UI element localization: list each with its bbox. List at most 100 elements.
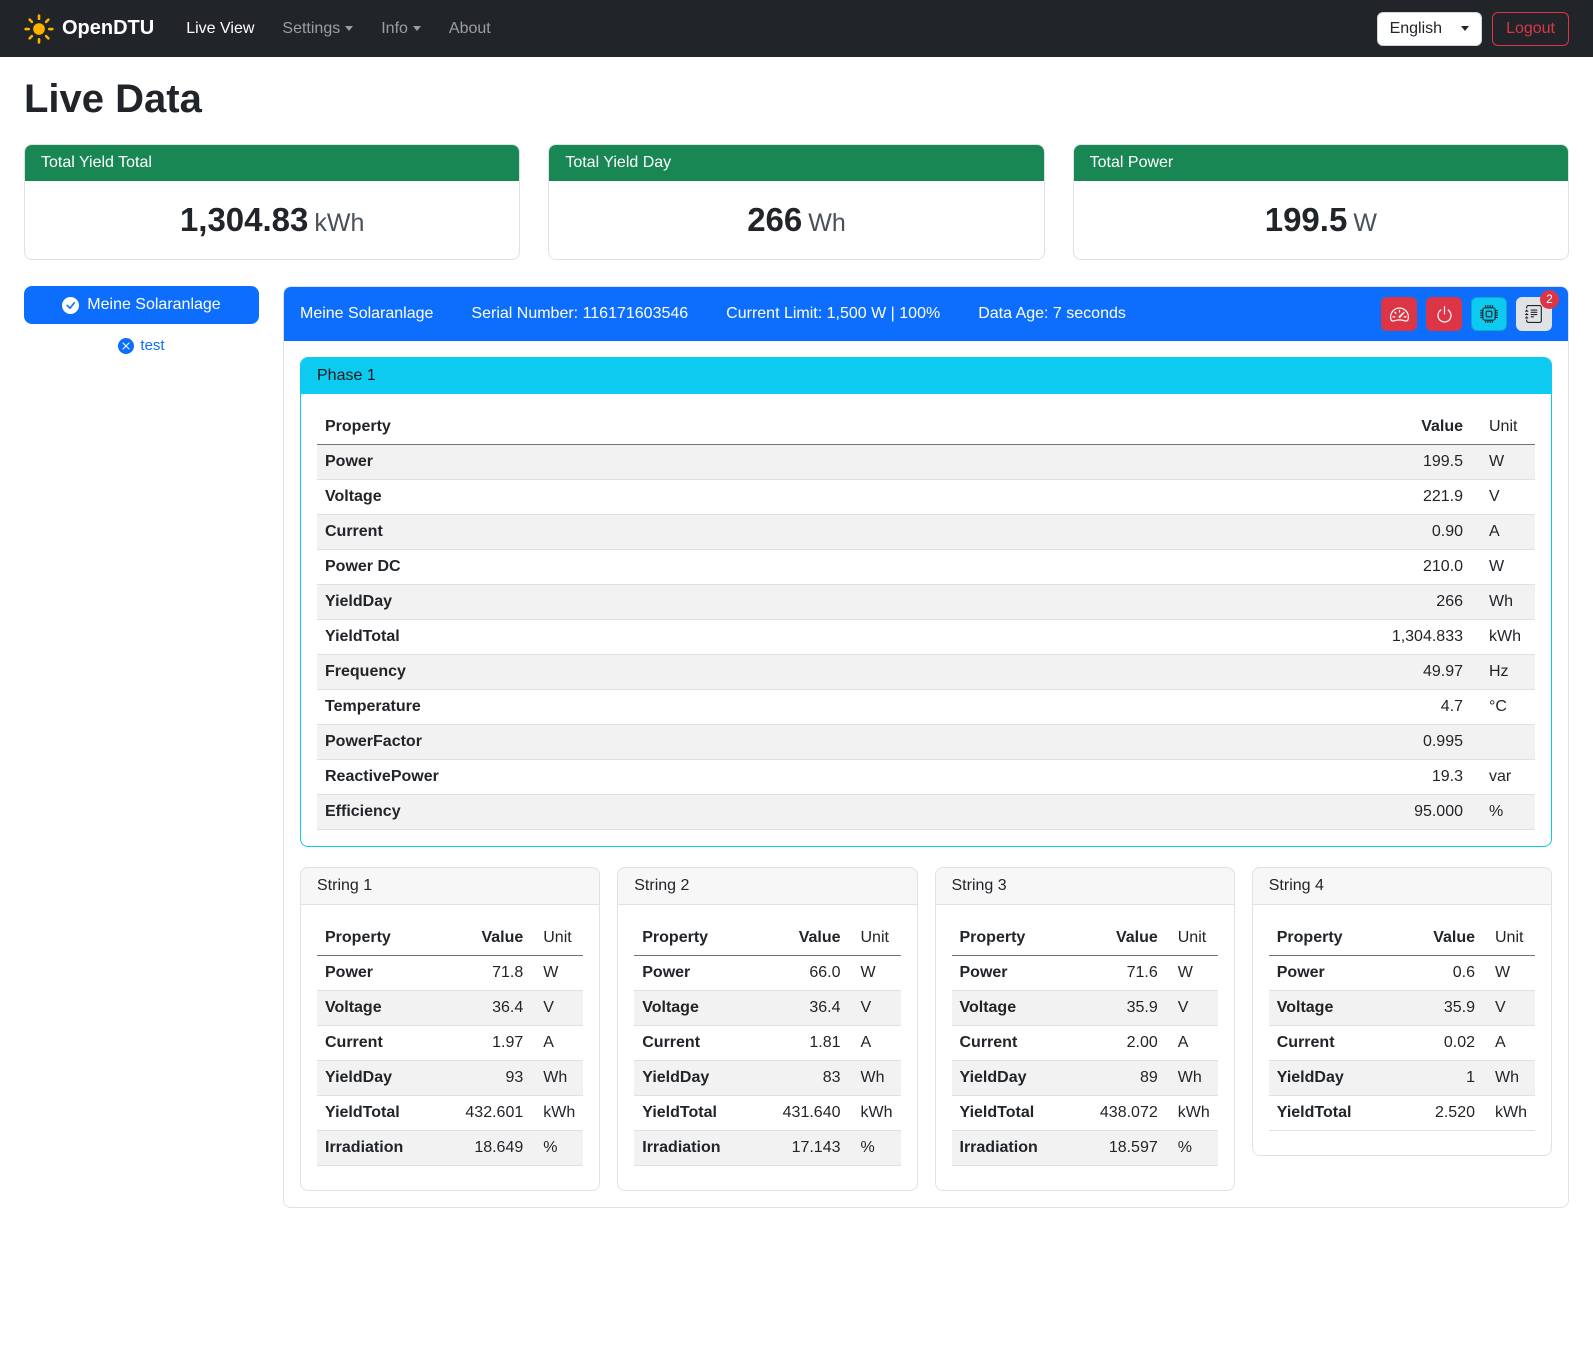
inverter-test-label: test xyxy=(140,337,164,354)
brand[interactable]: OpenDTU xyxy=(24,14,154,44)
table-cell: W xyxy=(531,956,583,991)
table-row: YieldDay89Wh xyxy=(952,1061,1218,1096)
table-row: Irradiation17.143% xyxy=(634,1131,900,1166)
table-cell: 199.5 xyxy=(1007,445,1471,480)
language-select[interactable]: English xyxy=(1377,12,1482,46)
table-row: ReactivePower19.3var xyxy=(317,760,1535,795)
table-cell: Voltage xyxy=(952,991,1072,1026)
nav-info[interactable]: Info xyxy=(367,12,435,46)
string-2-table-body: Power66.0WVoltage36.4VCurrent1.81AYieldD… xyxy=(634,956,900,1166)
string-title: String 4 xyxy=(1253,868,1551,905)
table-row: Frequency49.97Hz xyxy=(317,655,1535,690)
table-row: Power66.0W xyxy=(634,956,900,991)
table-row: YieldDay1Wh xyxy=(1269,1061,1535,1096)
table-header-row: Property Value Unit xyxy=(1269,921,1535,956)
table-cell: YieldTotal xyxy=(317,1096,437,1131)
table-cell xyxy=(1471,725,1535,760)
chevron-down-icon xyxy=(413,26,421,31)
power-button[interactable] xyxy=(1426,297,1462,331)
column-value: Value xyxy=(1072,921,1166,956)
string-body: Property Value Unit Power66.0WVoltage36.… xyxy=(618,905,916,1190)
check-circle-icon xyxy=(62,297,79,314)
total-yield-day-unit: Wh xyxy=(808,209,846,237)
column-value: Value xyxy=(1400,921,1483,956)
table-cell: YieldDay xyxy=(1269,1061,1400,1096)
table-cell: 221.9 xyxy=(1007,480,1471,515)
table-cell: 19.3 xyxy=(1007,760,1471,795)
total-yield-day-card: Total Yield Day 266Wh xyxy=(548,144,1044,260)
table-cell: Power xyxy=(952,956,1072,991)
table-cell: W xyxy=(1483,956,1535,991)
table-cell: % xyxy=(1166,1131,1218,1166)
table-row: Current1.81A xyxy=(634,1026,900,1061)
string-body: Property Value Unit Power71.6WVoltage35.… xyxy=(936,905,1234,1190)
card-header: Total Yield Total xyxy=(25,145,519,181)
table-cell: 93 xyxy=(437,1061,531,1096)
table-cell: °C xyxy=(1471,690,1535,725)
table-cell: 35.9 xyxy=(1072,991,1166,1026)
table-row: Efficiency95.000% xyxy=(317,795,1535,830)
inverter-panel-body: Phase 1 Property Value Unit Power199.5WV… xyxy=(284,341,1568,1207)
column-value: Value xyxy=(437,921,531,956)
table-row: Power71.6W xyxy=(952,956,1218,991)
table-cell: A xyxy=(849,1026,901,1061)
table-row: Voltage221.9V xyxy=(317,480,1535,515)
total-yield-total-unit: kWh xyxy=(314,209,364,237)
device-info-button[interactable] xyxy=(1471,297,1507,331)
string-4-table: Property Value Unit Power0.6WVoltage35.9… xyxy=(1269,921,1535,1131)
card-header: Total Power xyxy=(1074,145,1568,181)
table-cell: YieldTotal xyxy=(634,1096,754,1131)
nav-settings[interactable]: Settings xyxy=(268,12,367,46)
string-1-table-body: Power71.8WVoltage36.4VCurrent1.97AYieldD… xyxy=(317,956,583,1166)
inverter-test-item[interactable]: test xyxy=(24,337,259,354)
table-cell: kWh xyxy=(1471,620,1535,655)
navbar-right: English Logout xyxy=(1377,12,1569,46)
table-cell: 71.6 xyxy=(1072,956,1166,991)
card-body: 199.5W xyxy=(1074,181,1568,259)
table-cell: YieldDay xyxy=(317,1061,437,1096)
table-cell: ReactivePower xyxy=(317,760,1007,795)
inverter-select-button[interactable]: Meine Solaranlage xyxy=(24,286,259,324)
string-4-card: String 4 Property Value Unit Power0.6WVo… xyxy=(1252,867,1552,1156)
table-cell: Current xyxy=(952,1026,1072,1061)
string-title: String 1 xyxy=(301,868,599,905)
phase-body: Property Value Unit Power199.5WVoltage22… xyxy=(301,394,1551,846)
column-value: Value xyxy=(1007,410,1471,445)
event-log-button[interactable]: 2 xyxy=(1516,297,1552,331)
table-cell: Current xyxy=(634,1026,754,1061)
table-cell: A xyxy=(531,1026,583,1061)
table-cell: 18.597 xyxy=(1072,1131,1166,1166)
logout-button[interactable]: Logout xyxy=(1492,12,1569,46)
nav-about[interactable]: About xyxy=(435,12,505,46)
table-cell: 438.072 xyxy=(1072,1096,1166,1131)
phase-card: Phase 1 Property Value Unit Power199.5WV… xyxy=(300,357,1552,847)
table-row: Voltage35.9V xyxy=(1269,991,1535,1026)
table-cell: A xyxy=(1166,1026,1218,1061)
inverter-actions: 2 xyxy=(1381,297,1552,331)
table-cell: 1,304.833 xyxy=(1007,620,1471,655)
limit-settings-button[interactable] xyxy=(1381,297,1417,331)
sun-logo-icon xyxy=(24,14,54,44)
string-body: Property Value Unit Power71.8WVoltage36.… xyxy=(301,905,599,1190)
table-row: Power0.6W xyxy=(1269,956,1535,991)
total-power-card: Total Power 199.5W xyxy=(1073,144,1569,260)
table-cell: YieldDay xyxy=(634,1061,754,1096)
main-content: Live Data Total Yield Total 1,304.83kWh … xyxy=(0,57,1593,1232)
nav-live-view[interactable]: Live View xyxy=(172,12,268,46)
string-4-table-body: Power0.6WVoltage35.9VCurrent0.02AYieldDa… xyxy=(1269,956,1535,1131)
table-cell: 95.000 xyxy=(1007,795,1471,830)
x-circle-icon xyxy=(118,338,134,354)
speedometer-icon xyxy=(1390,305,1409,324)
chevron-down-icon xyxy=(1461,26,1469,31)
navbar: OpenDTU Live View Settings Info About En… xyxy=(0,0,1593,57)
table-cell: A xyxy=(1471,515,1535,550)
column-unit: Unit xyxy=(1483,921,1535,956)
inverter-panel: Meine Solaranlage Serial Number: 1161716… xyxy=(283,286,1569,1208)
table-row: Voltage35.9V xyxy=(952,991,1218,1026)
table-cell: 210.0 xyxy=(1007,550,1471,585)
table-cell: Voltage xyxy=(317,991,437,1026)
inverter-limit: Current Limit: 1,500 W | 100% xyxy=(726,305,940,323)
inverter-select-label: Meine Solaranlage xyxy=(87,296,220,314)
table-cell: 0.6 xyxy=(1400,956,1483,991)
table-row: Voltage36.4V xyxy=(317,991,583,1026)
